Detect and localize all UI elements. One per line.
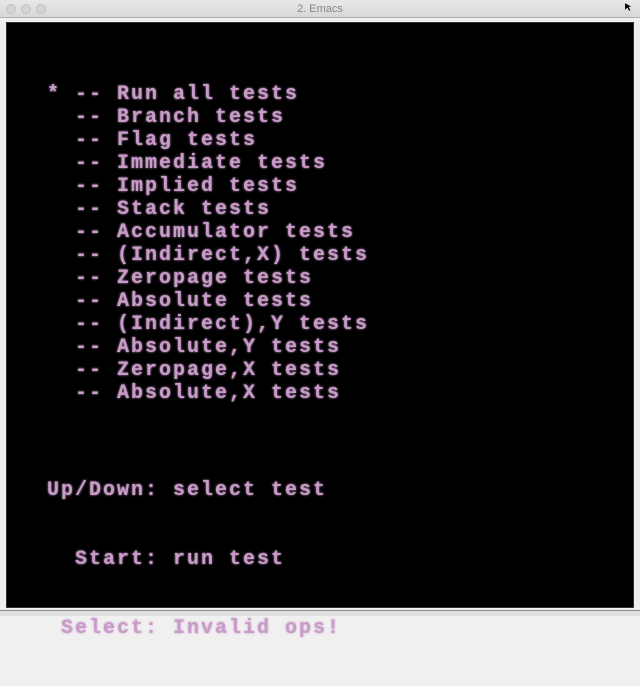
window-titlebar: 2. Emacs xyxy=(0,0,640,18)
test-menu: * -- Run all tests -- Branch tests -- Fl… xyxy=(47,83,613,405)
emulator-screen: * -- Run all tests -- Branch tests -- Fl… xyxy=(6,22,634,608)
menu-item[interactable]: -- Implied tests xyxy=(47,175,613,198)
menu-item[interactable]: -- Branch tests xyxy=(47,106,613,129)
minimize-icon[interactable] xyxy=(21,4,31,14)
menu-item[interactable]: -- Zeropage tests xyxy=(47,267,613,290)
menu-item[interactable]: -- Absolute tests xyxy=(47,290,613,313)
traffic-lights xyxy=(0,4,46,14)
menu-item[interactable]: -- (Indirect,X) tests xyxy=(47,244,613,267)
instructions: Up/Down: select test Start: run test Sel… xyxy=(47,433,613,686)
menu-item[interactable]: * -- Run all tests xyxy=(47,83,613,106)
menu-item[interactable]: -- Zeropage,X tests xyxy=(47,359,613,382)
menu-item[interactable]: -- Accumulator tests xyxy=(47,221,613,244)
instruction-select: Select: Invalid ops! xyxy=(47,617,613,640)
statusbar xyxy=(0,610,640,616)
menu-item[interactable]: -- Flag tests xyxy=(47,129,613,152)
menu-item[interactable]: -- Absolute,X tests xyxy=(47,382,613,405)
menu-item[interactable]: -- Absolute,Y tests xyxy=(47,336,613,359)
close-icon[interactable] xyxy=(6,4,16,14)
maximize-icon[interactable] xyxy=(36,4,46,14)
instruction-updown: Up/Down: select test xyxy=(47,479,613,502)
instruction-start: Start: run test xyxy=(47,548,613,571)
window-title: 2. Emacs xyxy=(297,3,343,15)
menu-item[interactable]: -- Immediate tests xyxy=(47,152,613,175)
menu-item[interactable]: -- Stack tests xyxy=(47,198,613,221)
menu-item[interactable]: -- (Indirect),Y tests xyxy=(47,313,613,336)
